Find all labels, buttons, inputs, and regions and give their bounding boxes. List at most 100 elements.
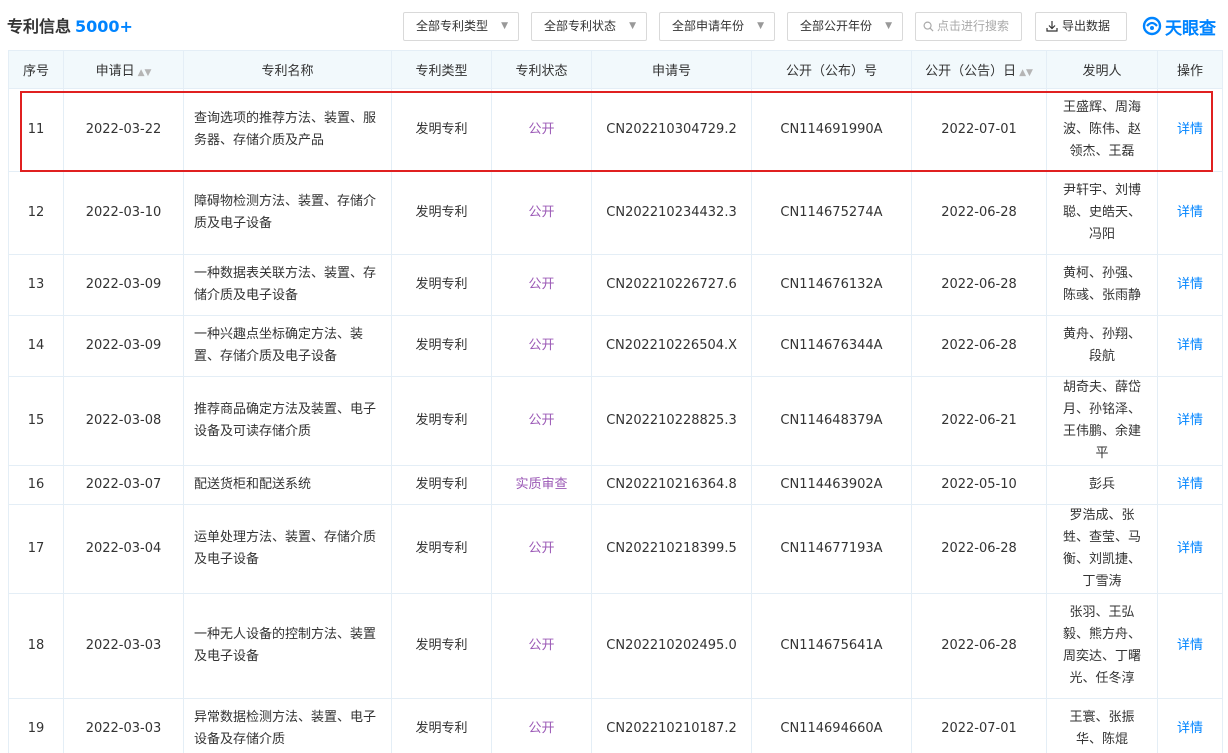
cell-application-date: 2022-03-04: [63, 504, 184, 594]
details-link[interactable]: 详情: [1157, 171, 1223, 255]
cell-application-number: CN202210234432.3: [591, 171, 752, 255]
cell-publication-date: 2022-06-28: [911, 504, 1047, 594]
cell-application-date: 2022-03-22: [63, 88, 184, 172]
column-label: 序号: [22, 64, 49, 79]
cell-no: 19: [8, 698, 64, 753]
cell-patent-name: 一种无人设备的控制方法、装置及电子设备: [183, 593, 392, 699]
cell-application-date: 2022-03-03: [63, 698, 184, 753]
cell-publication-number: CN114675641A: [751, 593, 912, 699]
column-header-patent-type: 专利类型: [391, 50, 492, 89]
details-link[interactable]: 详情: [1157, 465, 1223, 505]
search-input[interactable]: 点击进行搜索: [915, 12, 1022, 41]
details-link[interactable]: 详情: [1157, 315, 1223, 377]
logo-text: 天眼查: [1165, 18, 1216, 39]
table-row: 17 2022-03-04 运单处理方法、装置、存储介质及电子设备 发明专利 公…: [8, 504, 1223, 594]
cell-application-date: 2022-03-07: [63, 465, 184, 505]
column-header-application-date[interactable]: 申请日 ▲▼: [63, 50, 184, 89]
table-row: 11 2022-03-22 查询选项的推荐方法、装置、服务器、存储介质及产品 发…: [8, 88, 1223, 172]
details-link[interactable]: 详情: [1157, 504, 1223, 594]
cell-publication-date: 2022-07-01: [911, 698, 1047, 753]
column-label: 操作: [1176, 64, 1203, 79]
table-header-row: 序号 申请日 ▲▼ 专利名称 专利类型 专利状态 申请号 公开（公布）号 公开（公…: [8, 50, 1223, 89]
cell-inventors: 罗浩成、张甡、查莹、马衡、刘凯捷、丁雪涛: [1046, 504, 1158, 594]
filter-label: 全部公开年份: [800, 19, 873, 33]
cell-patent-status: 公开: [491, 171, 592, 255]
cell-application-date: 2022-03-09: [63, 254, 184, 316]
cell-patent-type: 发明专利: [391, 698, 492, 753]
cell-publication-date: 2022-07-01: [911, 88, 1047, 172]
cell-patent-type: 发明专利: [391, 171, 492, 255]
cell-application-number: CN202210304729.2: [591, 88, 752, 172]
cell-application-number: CN202210228825.3: [591, 376, 752, 466]
caret-down-icon: ▼: [885, 21, 892, 31]
cell-patent-type: 发明专利: [391, 88, 492, 172]
cell-publication-date: 2022-06-21: [911, 376, 1047, 466]
filter-patent-status[interactable]: 全部专利状态 ▼: [531, 12, 647, 41]
cell-publication-date: 2022-06-28: [911, 593, 1047, 699]
cell-patent-type: 发明专利: [391, 254, 492, 316]
cell-application-number: CN202210226504.X: [591, 315, 752, 377]
cell-no: 15: [8, 376, 64, 466]
cell-application-number: CN202210210187.2: [591, 698, 752, 753]
cell-patent-status: 公开: [491, 88, 592, 172]
cell-patent-type: 发明专利: [391, 465, 492, 505]
cell-no: 12: [8, 171, 64, 255]
page-title: 专利信息 5000+: [7, 13, 133, 37]
cell-patent-name: 异常数据检测方法、装置、电子设备及存储介质: [183, 698, 392, 753]
search-icon: [923, 21, 934, 32]
cell-no: 18: [8, 593, 64, 699]
column-header-no: 序号: [8, 50, 64, 89]
cell-application-date: 2022-03-10: [63, 171, 184, 255]
cell-patent-type: 发明专利: [391, 593, 492, 699]
cell-patent-type: 发明专利: [391, 504, 492, 594]
filter-patent-type[interactable]: 全部专利类型 ▼: [403, 12, 519, 41]
filter-publication-year[interactable]: 全部公开年份 ▼: [787, 12, 903, 41]
tianyancha-logo: 天眼查: [1142, 12, 1216, 40]
caret-down-icon: ▼: [629, 21, 636, 31]
column-header-patent-status: 专利状态: [491, 50, 592, 89]
page-title-text: 专利信息: [7, 17, 72, 36]
table-row: 16 2022-03-07 配送货柜和配送系统 发明专利 实质审查 CN2022…: [8, 465, 1223, 505]
cell-patent-name: 配送货柜和配送系统: [183, 465, 392, 505]
cell-application-number: CN202210218399.5: [591, 504, 752, 594]
details-link[interactable]: 详情: [1157, 698, 1223, 753]
table-row: 14 2022-03-09 一种兴趣点坐标确定方法、装置、存储介质及电子设备 发…: [8, 315, 1223, 377]
export-data-button[interactable]: 导出数据: [1035, 12, 1127, 41]
column-label: 专利名称: [261, 64, 314, 79]
column-label: 公开（公告）日: [925, 64, 1017, 79]
column-label: 申请号: [651, 64, 691, 79]
cell-inventors: 王盛辉、周海波、陈伟、赵领杰、王磊: [1046, 88, 1158, 172]
cell-publication-date: 2022-06-28: [911, 315, 1047, 377]
cell-patent-name: 一种数据表关联方法、装置、存储介质及电子设备: [183, 254, 392, 316]
filter-application-year[interactable]: 全部申请年份 ▼: [659, 12, 775, 41]
filter-label: 全部专利状态: [544, 19, 617, 33]
cell-patent-name: 运单处理方法、装置、存储介质及电子设备: [183, 504, 392, 594]
column-header-publication-date[interactable]: 公开（公告）日 ▲▼: [911, 50, 1047, 89]
filter-label: 全部专利类型: [416, 19, 489, 33]
cell-application-date: 2022-03-09: [63, 315, 184, 377]
logo-icon: [1142, 16, 1162, 36]
cell-patent-status: 公开: [491, 698, 592, 753]
cell-no: 13: [8, 254, 64, 316]
cell-publication-number: CN114691990A: [751, 88, 912, 172]
cell-no: 16: [8, 465, 64, 505]
column-header-publication-number: 公开（公布）号: [751, 50, 912, 89]
details-link[interactable]: 详情: [1157, 593, 1223, 699]
details-link[interactable]: 详情: [1157, 254, 1223, 316]
sort-icon[interactable]: ▲▼: [1019, 68, 1033, 78]
details-link[interactable]: 详情: [1157, 376, 1223, 466]
cell-patent-status: 公开: [491, 376, 592, 466]
cell-inventors: 黄柯、孙强、陈彧、张雨静: [1046, 254, 1158, 316]
cell-publication-number: CN114676344A: [751, 315, 912, 377]
details-link[interactable]: 详情: [1157, 88, 1223, 172]
cell-patent-name: 推荐商品确定方法及装置、电子设备及可读存储介质: [183, 376, 392, 466]
sort-icon[interactable]: ▲▼: [138, 68, 152, 78]
toolbar: 专利信息 5000+ 全部专利类型 ▼ 全部专利状态 ▼ 全部申请年份 ▼ 全部公…: [0, 0, 1228, 50]
cell-patent-status: 公开: [491, 504, 592, 594]
column-label: 发明人: [1082, 64, 1122, 79]
cell-inventors: 尹轩宇、刘博聪、史皓天、冯阳: [1046, 171, 1158, 255]
cell-patent-name: 一种兴趣点坐标确定方法、装置、存储介质及电子设备: [183, 315, 392, 377]
table-row: 15 2022-03-08 推荐商品确定方法及装置、电子设备及可读存储介质 发明…: [8, 376, 1223, 466]
column-header-inventors: 发明人: [1046, 50, 1158, 89]
cell-inventors: 彭兵: [1046, 465, 1158, 505]
